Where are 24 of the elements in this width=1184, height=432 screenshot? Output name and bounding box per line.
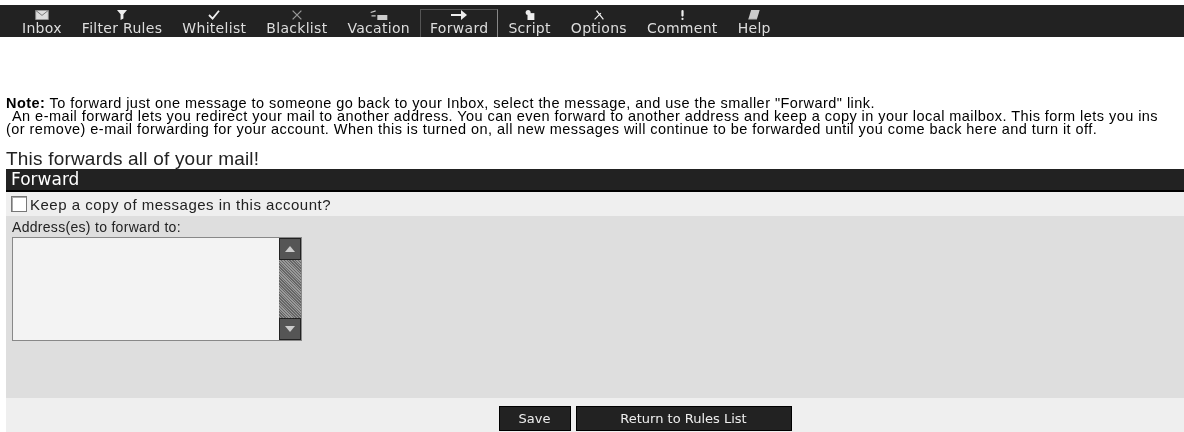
toolbar-button[interactable]: Options <box>560 9 637 37</box>
field-label: Address(es) to forward to: <box>12 220 182 235</box>
toolbar-button[interactable]: Filter Rules <box>71 9 173 37</box>
panel-title: Forward <box>6 169 1184 192</box>
toolbar-button[interactable]: Vacation <box>337 9 420 37</box>
description-text: An e-mail forward lets you redirect your mail to another address. You can even forward to another address and keep a copy in your local mailbox. This form lets you ins <box>12 110 1160 123</box>
toolbar-button[interactable]: Script <box>498 9 561 37</box>
checkbox-label[interactable]: Keep a copy of messages in this account? <box>30 195 331 213</box>
toolbar-button[interactable]: Forward <box>420 9 499 37</box>
save-button[interactable]: Save <box>498 406 571 431</box>
toolbar-button[interactable]: Whitelist <box>172 9 257 37</box>
description-text: (or remove) e-mail forwarding for your account. When this is turned on, all new messages will continue to be forwarded until you come back here and turn it off. <box>6 123 1099 136</box>
envelope-icon <box>33 10 50 20</box>
toolbar-button[interactable]: Help <box>727 9 781 37</box>
arrow-right-icon <box>451 10 468 20</box>
note-text: Note: To forward just one message to someone go back to your Inbox, select the message, and use the smaller "Forward" link. <box>6 97 876 110</box>
page-heading: This forwards all of your mail! <box>6 149 261 169</box>
funnel-icon <box>115 10 130 20</box>
toolbar-button[interactable]: Comment <box>636 9 728 37</box>
toolbar-button[interactable]: Blacklist <box>256 9 338 37</box>
return-button[interactable]: Return to Rules List <box>575 406 792 431</box>
checkbox[interactable] <box>11 196 27 212</box>
exclamation-icon <box>679 10 685 20</box>
toolbar-button[interactable]: Inbox <box>12 9 72 37</box>
